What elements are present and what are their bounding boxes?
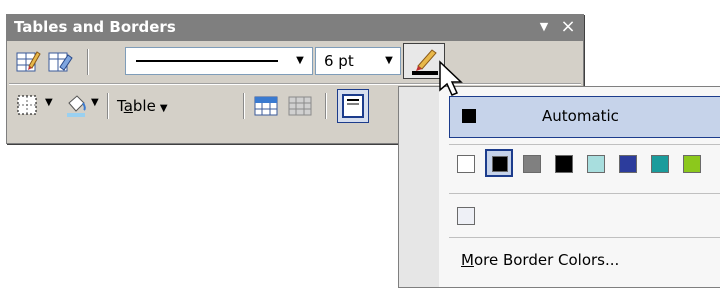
toolbar-row-1: ▼ 6 pt ▼ xyxy=(7,43,583,81)
eraser-icon[interactable] xyxy=(47,49,73,75)
toolbar-options-dropdown-icon[interactable]: ▼ xyxy=(537,18,551,36)
line-style-preview xyxy=(136,60,278,62)
align-top-icon xyxy=(342,94,364,118)
border-color-menu: Automatic More Border Colors... xyxy=(398,86,720,288)
table-menu-label-accel: a xyxy=(123,97,133,115)
table-menu-button[interactable]: Table ▼ xyxy=(117,93,168,119)
line-weight-dropdown[interactable]: 6 pt ▼ xyxy=(315,47,401,75)
color-swatch-black[interactable] xyxy=(555,155,573,173)
menu-divider xyxy=(449,144,720,145)
color-swatch-gray[interactable] xyxy=(523,155,541,173)
menu-divider xyxy=(449,193,720,194)
chevron-down-icon[interactable]: ▼ xyxy=(290,50,310,72)
line-style-dropdown[interactable]: ▼ xyxy=(125,47,313,75)
chevron-down-icon[interactable]: ▼ xyxy=(45,97,53,108)
line-weight-value: 6 pt xyxy=(324,52,354,70)
chevron-down-icon[interactable]: ▼ xyxy=(380,50,398,72)
close-icon[interactable]: × xyxy=(559,16,577,38)
table-menu-label-prefix: T xyxy=(117,97,124,115)
recent-color-swatch[interactable] xyxy=(457,207,475,225)
split-cells-icon[interactable] xyxy=(287,93,313,119)
toolbar-titlebar[interactable]: Tables and Borders ▼ × xyxy=(7,15,583,41)
color-swatch-lime[interactable] xyxy=(683,155,701,173)
mouse-cursor-icon xyxy=(439,60,463,96)
table-menu-label-suffix: ble xyxy=(132,97,156,115)
menu-divider xyxy=(449,237,720,238)
chevron-down-icon[interactable]: ▼ xyxy=(91,97,99,108)
automatic-swatch xyxy=(462,109,476,123)
align-top-button[interactable] xyxy=(337,89,369,123)
more-colors-accel: M xyxy=(461,251,474,269)
merge-cells-icon[interactable] xyxy=(253,93,279,119)
color-swatch-light-turquoise[interactable] xyxy=(587,155,605,173)
more-colors-label: ore Border Colors... xyxy=(473,251,620,269)
color-swatch-dark-blue[interactable] xyxy=(619,155,637,173)
shading-color-icon[interactable] xyxy=(63,93,89,119)
toolbar-separator xyxy=(87,49,89,75)
row-divider xyxy=(9,83,581,85)
toolbar-title: Tables and Borders xyxy=(14,18,176,36)
menu-icon-strip xyxy=(399,87,439,287)
automatic-color-option[interactable]: Automatic xyxy=(449,96,720,138)
color-swatch-teal[interactable] xyxy=(651,155,669,173)
outside-border-icon[interactable] xyxy=(15,93,41,119)
color-swatch-row xyxy=(457,149,720,177)
chevron-down-icon: ▼ xyxy=(159,103,168,114)
toolbar-separator xyxy=(325,93,327,119)
automatic-label: Automatic xyxy=(542,107,619,125)
draw-table-icon[interactable] xyxy=(15,49,41,75)
more-border-colors-option[interactable]: More Border Colors... xyxy=(461,251,619,269)
color-swatch-black-selected[interactable] xyxy=(485,149,513,177)
toolbar-separator xyxy=(107,93,109,119)
color-swatch-white[interactable] xyxy=(457,155,475,173)
toolbar-separator xyxy=(243,93,245,119)
